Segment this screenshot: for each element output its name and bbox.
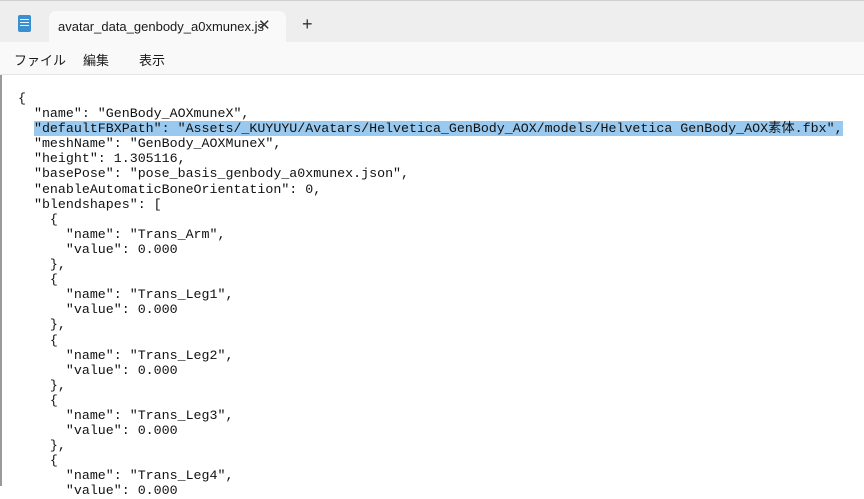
code-line: "defaultFBXPath": "Assets/_KUYUYU/Avatar… — [18, 121, 843, 137]
line-text: { — [49, 453, 58, 469]
selected-text: "defaultFBXPath": "Assets/_KUYUYU/Avatar… — [33, 121, 843, 137]
code-line: }, — [18, 378, 843, 393]
line-text: "name": "GenBody_AOXmuneX", — [33, 106, 250, 122]
menu-edit[interactable]: 編集 — [83, 50, 109, 69]
code-line: "value": 0.000 — [18, 423, 843, 438]
code-line: { — [18, 212, 843, 227]
line-text: { — [49, 332, 58, 348]
code-line: "name": "Trans_Arm", — [18, 227, 843, 242]
line-text: "value": 0.000 — [65, 241, 178, 257]
line-text: "name": "Trans_Leg3", — [65, 407, 234, 423]
line-text: "value": 0.000 — [65, 302, 178, 318]
line-text: "basePose": "pose_basis_genbody_a0xmunex… — [33, 166, 410, 182]
line-text: { — [49, 211, 58, 227]
code-line: }, — [18, 257, 843, 272]
code-text: { "name": "GenBody_AOXmuneX", "defaultFB… — [18, 91, 843, 499]
code-line: "blendshapes": [ — [18, 197, 843, 212]
code-line: "basePose": "pose_basis_genbody_a0xmunex… — [18, 166, 843, 181]
code-line: { — [18, 453, 843, 468]
title-bar: avatar_data_genbody_a0xmunex.js ✕ + — [0, 0, 864, 43]
line-text: { — [18, 91, 26, 106]
tab-label: avatar_data_genbody_a0xmunex.js — [58, 19, 264, 34]
code-line: { — [18, 272, 843, 287]
line-text: "value": 0.000 — [65, 423, 178, 439]
code-line: "name": "Trans_Leg2", — [18, 348, 843, 363]
menu-bar: ファイル 編集 表示 — [0, 42, 864, 75]
line-text: "meshName": "GenBody_AOXMuneX", — [33, 136, 282, 152]
code-line: { — [18, 91, 843, 106]
code-line: "value": 0.000 — [18, 302, 843, 317]
code-line: { — [18, 333, 843, 348]
tab-file[interactable]: avatar_data_genbody_a0xmunex.js ✕ — [49, 11, 286, 43]
line-text: }, — [49, 377, 66, 393]
code-line: { — [18, 393, 843, 408]
code-line: "name": "Trans_Leg4", — [18, 468, 843, 483]
line-text: }, — [49, 317, 66, 333]
line-text: "name": "Trans_Leg4", — [65, 468, 234, 484]
code-line: "value": 0.000 — [18, 363, 843, 378]
line-text: "name": "Trans_Leg1", — [65, 287, 234, 303]
line-text: "blendshapes": [ — [33, 196, 162, 212]
code-line: "name": "Trans_Leg1", — [18, 287, 843, 302]
code-line: "name": "GenBody_AOXmuneX", — [18, 106, 843, 121]
line-text: "enableAutomaticBoneOrientation": 0, — [33, 181, 322, 197]
close-icon[interactable]: ✕ — [258, 16, 271, 34]
code-line: }, — [18, 317, 843, 332]
line-text: }, — [49, 257, 66, 273]
line-text: { — [49, 392, 58, 408]
code-line: "value": 0.000 — [18, 242, 843, 257]
text-editor[interactable]: { "name": "GenBody_AOXmuneX", "defaultFB… — [0, 75, 864, 498]
line-text: { — [49, 272, 58, 288]
line-text: "height": 1.305116, — [33, 151, 186, 167]
line-text: }, — [49, 438, 66, 454]
code-line: "enableAutomaticBoneOrientation": 0, — [18, 182, 843, 197]
line-text: "value": 0.000 — [65, 362, 178, 378]
code-line: "name": "Trans_Leg3", — [18, 408, 843, 423]
code-line: "height": 1.305116, — [18, 151, 843, 166]
code-line: "meshName": "GenBody_AOXMuneX", — [18, 136, 843, 151]
line-text: "name": "Trans_Arm", — [65, 226, 226, 242]
new-tab-button[interactable]: + — [302, 15, 313, 33]
line-text: "name": "Trans_Leg2", — [65, 347, 234, 363]
code-line: }, — [18, 438, 843, 453]
menu-view[interactable]: 表示 — [139, 50, 165, 69]
notepad-icon — [18, 15, 31, 32]
menu-file[interactable]: ファイル — [14, 50, 66, 69]
